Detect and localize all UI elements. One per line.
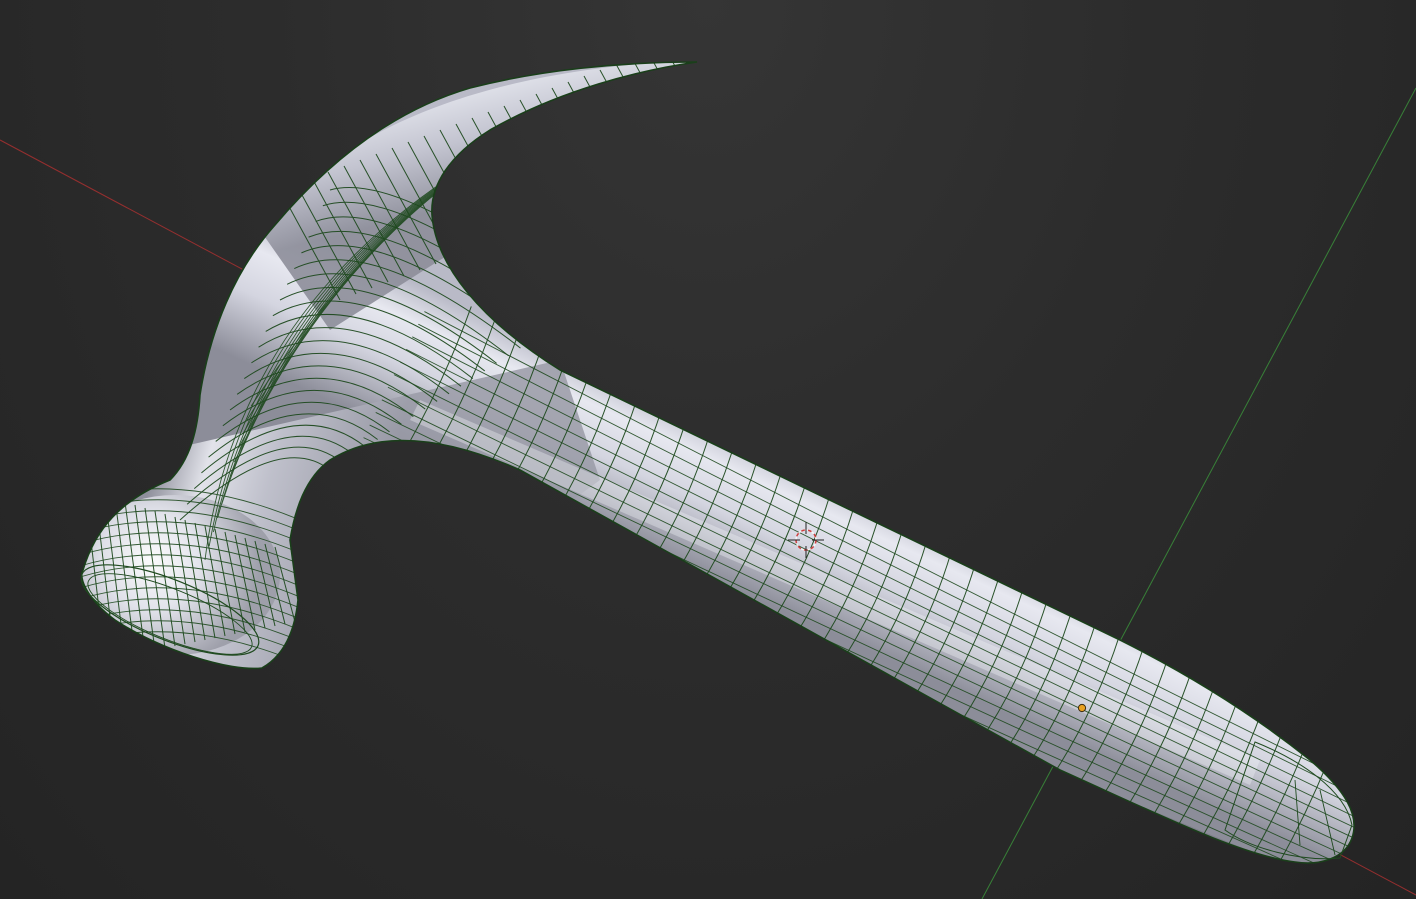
- hammer-mesh[interactable]: [60, 40, 1375, 899]
- mesh-edge-loop: [519, 99, 581, 211]
- 3d-viewport[interactable]: [0, 0, 1416, 899]
- object-origin-icon[interactable]: [1077, 703, 1087, 713]
- mesh-edge-loop: [631, 62, 693, 169]
- mesh-edge-loop: [503, 105, 565, 217]
- mesh-edge-loop: [439, 129, 501, 241]
- mesh-edge-loop: [567, 81, 629, 193]
- mesh-edge-loop: [455, 123, 517, 235]
- mesh-edge-loop: [471, 117, 533, 229]
- viewport-canvas[interactable]: [0, 0, 1416, 899]
- mesh-edge-loop: [599, 69, 661, 181]
- mesh-edge-loop: [551, 87, 613, 199]
- mesh-edge-loop: [487, 111, 549, 223]
- mesh-edge-loop: [679, 62, 741, 151]
- mesh-edge-loop: [535, 93, 597, 205]
- mesh-edge-loop: [615, 63, 677, 175]
- mesh-edge-loop: [583, 75, 645, 187]
